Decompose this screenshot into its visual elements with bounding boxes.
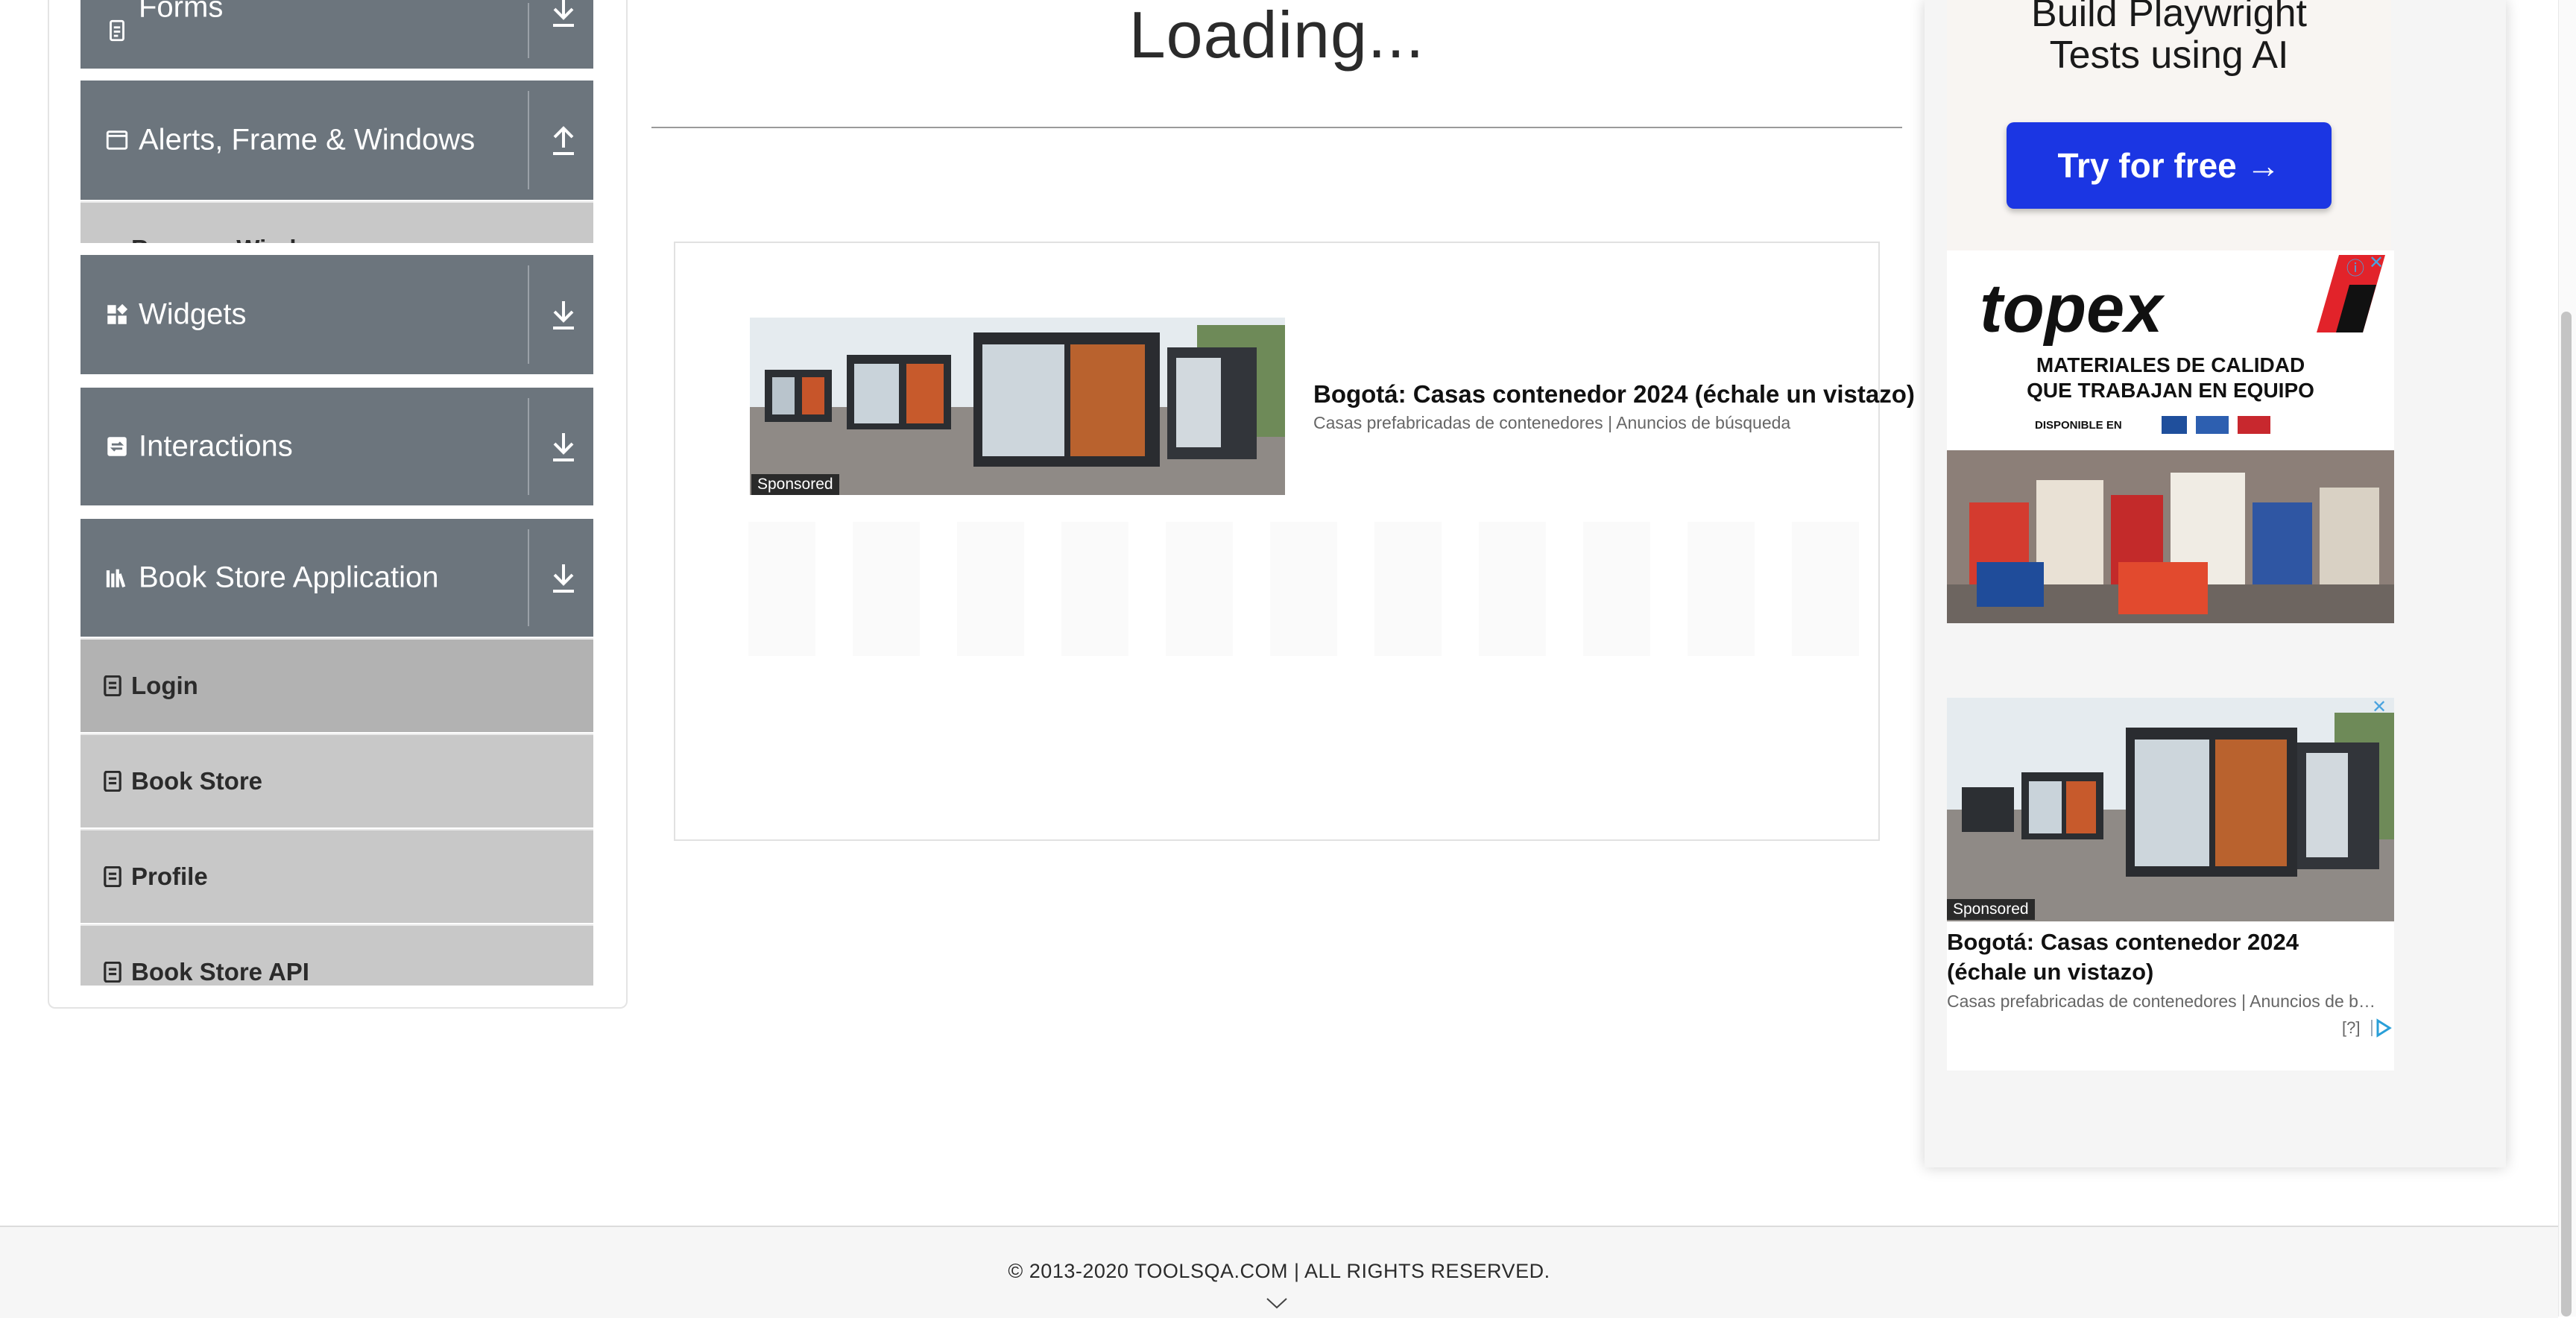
ad-title-line2[interactable]: (échale un vistazo) bbox=[1947, 959, 2153, 986]
playwright-title-line2: Tests using AI bbox=[2049, 34, 2289, 77]
group-label: Forms bbox=[139, 0, 224, 24]
sidebar-item-label: Login bbox=[131, 672, 198, 699]
sidebar-item-profile[interactable]: Profile bbox=[80, 829, 593, 923]
group-label: Interactions bbox=[139, 429, 293, 463]
sidebar-item-label: Book Store API bbox=[131, 958, 309, 986]
topex-ad[interactable]: topex MATERIALES DE CALIDAD QUE TRABAJAN… bbox=[1947, 250, 2394, 623]
close-icon[interactable]: ✕ bbox=[2369, 252, 2384, 274]
footer-copyright: © 2013-2020 TOOLSQA.COM | ALL RIGHTS RES… bbox=[1008, 1260, 1550, 1282]
group-label: Widgets bbox=[139, 297, 247, 331]
sponsored-label: Sponsored bbox=[751, 474, 839, 495]
divider bbox=[528, 91, 529, 189]
group-label: Alerts, Frame & Windows bbox=[139, 123, 476, 157]
window-icon bbox=[106, 130, 128, 150]
topex-tagline-2: QUE TRABAJAN EN EQUIPO bbox=[2027, 379, 2314, 402]
ad-image[interactable] bbox=[1947, 698, 2394, 921]
form-icon bbox=[110, 19, 124, 42]
interactions-icon bbox=[107, 437, 127, 456]
topex-available: DISPONIBLE EN bbox=[2035, 419, 2122, 432]
topex-tagline-1: MATERIALES DE CALIDAD bbox=[2036, 353, 2305, 376]
books-icon bbox=[106, 569, 126, 587]
sidebar-item-label: Profile bbox=[131, 863, 208, 890]
container-houses-image bbox=[750, 318, 1285, 495]
group-widgets[interactable]: Widgets bbox=[80, 255, 593, 374]
ad-help-link[interactable]: [?] bbox=[2342, 1018, 2360, 1038]
store-logo bbox=[2238, 416, 2270, 434]
download-icon[interactable] bbox=[546, 560, 581, 596]
sidebar-item-login[interactable]: Login bbox=[80, 638, 593, 732]
divider bbox=[528, 529, 529, 626]
group-interactions[interactable]: Interactions bbox=[80, 388, 593, 505]
sidebar-item-browser-windows[interactable]: Browser Windows bbox=[80, 201, 593, 243]
list-icon bbox=[104, 866, 121, 887]
divider bbox=[528, 265, 529, 364]
list-icon bbox=[104, 962, 121, 983]
download-icon[interactable] bbox=[546, 0, 581, 30]
group-label: Book Store Application bbox=[139, 561, 439, 594]
divider bbox=[651, 127, 1902, 128]
store-logo bbox=[2196, 416, 2229, 434]
topex-products-image bbox=[1947, 450, 2394, 623]
group-book-store-application[interactable]: Book Store Application bbox=[80, 519, 593, 637]
ad-subtitle: Casas prefabricadas de contenedores | An… bbox=[1313, 413, 1791, 432]
ad-title[interactable]: Bogotá: Casas contenedor 2024 (échale un… bbox=[1313, 380, 1915, 409]
divider bbox=[528, 398, 529, 495]
ad-subtitle: Casas prefabricadas de contenedores | An… bbox=[1947, 991, 2375, 1011]
loading-text: Loading... bbox=[1128, 0, 1425, 72]
list-icon bbox=[104, 771, 121, 792]
download-icon[interactable] bbox=[546, 297, 581, 332]
topex-brand: topex bbox=[1980, 271, 2163, 347]
ad-info-icon[interactable]: ⓘ bbox=[2346, 253, 2364, 280]
upload-icon[interactable] bbox=[546, 122, 581, 158]
list-icon bbox=[104, 675, 121, 696]
group-forms[interactable]: Forms bbox=[80, 0, 593, 69]
sidebar-item-label: Browser Windows bbox=[131, 235, 344, 243]
ad-image[interactable] bbox=[750, 318, 1285, 495]
adchoices-icon[interactable] bbox=[2370, 1018, 2393, 1038]
sidebar-item-book-store[interactable]: Book Store bbox=[80, 734, 593, 827]
sidebar-item-book-store-api[interactable]: Book Store API bbox=[80, 924, 593, 986]
try-for-free-button[interactable]: Try for free → bbox=[2007, 122, 2332, 209]
container-houses-image bbox=[1947, 698, 2394, 921]
chevron-down-icon[interactable] bbox=[1266, 1296, 1288, 1311]
widgets-icon bbox=[107, 303, 128, 324]
divider bbox=[528, 3, 529, 58]
ad-placeholder bbox=[748, 522, 1859, 656]
ad-title-line1[interactable]: Bogotá: Casas contenedor 2024 bbox=[1947, 929, 2299, 956]
sidebar-item-label: Book Store bbox=[131, 767, 263, 795]
scrollbar-thumb[interactable] bbox=[2561, 312, 2572, 1317]
group-alerts-frame-windows[interactable]: Alerts, Frame & Windows bbox=[80, 81, 593, 200]
download-icon[interactable] bbox=[546, 429, 581, 464]
store-logo bbox=[2162, 416, 2187, 434]
close-icon[interactable]: ✕ bbox=[2372, 696, 2387, 718]
sponsored-label: Sponsored bbox=[1947, 899, 2035, 920]
